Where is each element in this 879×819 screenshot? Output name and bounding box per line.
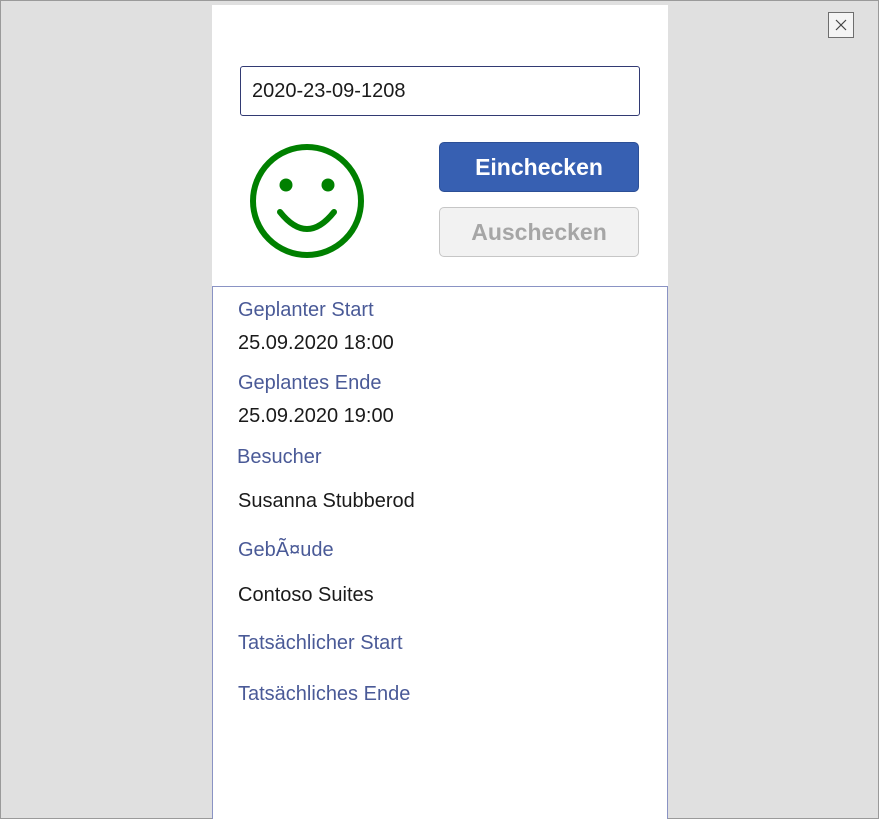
checkout-button[interactable]: Auschecken [439, 207, 639, 257]
checkin-button[interactable]: Einchecken [439, 142, 639, 192]
checkin-panel: Einchecken Auschecken Geplanter Start 25… [212, 5, 668, 819]
building-value: Contoso Suites [238, 584, 374, 606]
visitor-value: Susanna Stubberod [238, 490, 415, 512]
actual-end-label: Tatsächliches Ende [238, 683, 411, 705]
close-icon [835, 19, 847, 31]
close-button[interactable] [828, 12, 854, 38]
appointment-details: Geplanter Start 25.09.2020 18:00 Geplant… [212, 286, 668, 819]
building-label: GebÃ¤ude [238, 539, 334, 561]
checkin-code-input[interactable] [240, 66, 640, 116]
planned-end-value: 25.09.2020 19:00 [238, 405, 394, 427]
actual-start-label: Tatsächlicher Start [238, 632, 403, 654]
smiley-face-icon [250, 144, 364, 258]
planned-start-value: 25.09.2020 18:00 [238, 332, 394, 354]
planned-end-label: Geplantes Ende [238, 372, 382, 394]
planned-start-label: Geplanter Start [238, 299, 374, 321]
visitor-label: Besucher [237, 446, 322, 468]
